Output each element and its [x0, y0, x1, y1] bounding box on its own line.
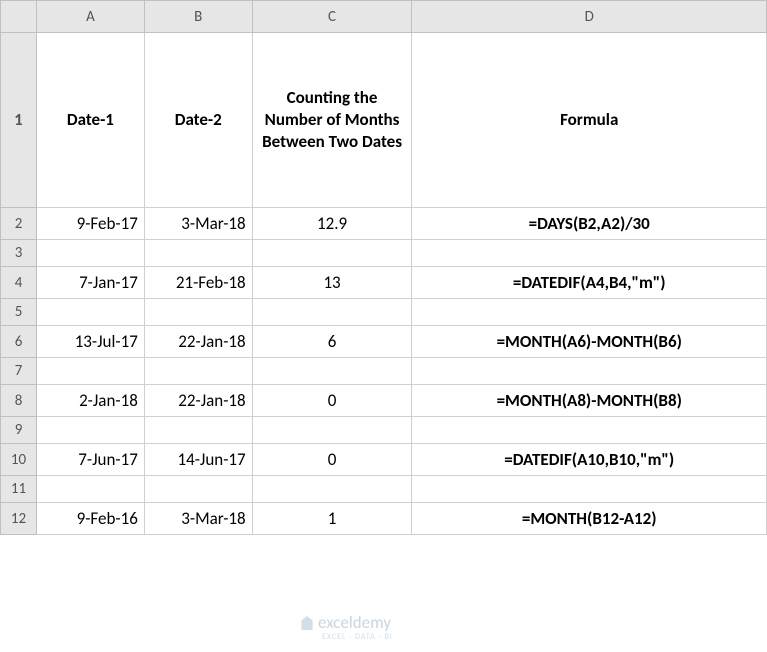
- watermark: exceldemy: [300, 612, 391, 633]
- table-row: 12 9-Feb-16 3-Mar-18 1 =MONTH(B12-A12): [1, 503, 767, 535]
- watermark-subtitle: EXCEL · DATA · BI: [322, 632, 393, 642]
- cell-c12[interactable]: 1: [252, 503, 412, 535]
- col-header-d[interactable]: D: [412, 1, 767, 33]
- col-header-c[interactable]: C: [252, 1, 412, 33]
- cell-b2[interactable]: 3-Mar-18: [144, 208, 252, 240]
- cell-c2[interactable]: 12.9: [252, 208, 412, 240]
- row-header-3[interactable]: 3: [1, 240, 37, 267]
- row-header-6[interactable]: 6: [1, 326, 37, 358]
- cell-a4[interactable]: 7-Jan-17: [36, 267, 144, 299]
- cell-d8[interactable]: =MONTH(A8)-MONTH(B8): [412, 385, 767, 417]
- col-header-a[interactable]: A: [36, 1, 144, 33]
- row-header-5[interactable]: 5: [1, 299, 37, 326]
- spreadsheet-grid: A B C D 1 Date-1 Date-2 Counting the Num…: [0, 0, 767, 535]
- select-all-corner[interactable]: [1, 1, 37, 33]
- cell-b12[interactable]: 3-Mar-18: [144, 503, 252, 535]
- row-header-10[interactable]: 10: [1, 444, 37, 476]
- table-row: 9: [1, 417, 767, 444]
- cell-a3[interactable]: [36, 240, 144, 267]
- table-row: 5: [1, 299, 767, 326]
- watermark-icon: [300, 616, 314, 630]
- cell-c11[interactable]: [252, 476, 412, 503]
- header-formula[interactable]: Formula: [412, 33, 767, 208]
- cell-d4[interactable]: =DATEDIF(A4,B4,"m"): [412, 267, 767, 299]
- cell-d9[interactable]: [412, 417, 767, 444]
- cell-a9[interactable]: [36, 417, 144, 444]
- cell-d2[interactable]: =DAYS(B2,A2)/30: [412, 208, 767, 240]
- cell-b4[interactable]: 21-Feb-18: [144, 267, 252, 299]
- cell-c4[interactable]: 13: [252, 267, 412, 299]
- table-header-row: 1 Date-1 Date-2 Counting the Number of M…: [1, 33, 767, 208]
- row-header-2[interactable]: 2: [1, 208, 37, 240]
- cell-b9[interactable]: [144, 417, 252, 444]
- table-row: 8 2-Jan-18 22-Jan-18 0 =MONTH(A8)-MONTH(…: [1, 385, 767, 417]
- cell-d3[interactable]: [412, 240, 767, 267]
- row-header-12[interactable]: 12: [1, 503, 37, 535]
- cell-d6[interactable]: =MONTH(A6)-MONTH(B6): [412, 326, 767, 358]
- table-row: 11: [1, 476, 767, 503]
- table-row: 2 9-Feb-17 3-Mar-18 12.9 =DAYS(B2,A2)/30: [1, 208, 767, 240]
- cell-d11[interactable]: [412, 476, 767, 503]
- row-header-1[interactable]: 1: [1, 33, 37, 208]
- cell-a11[interactable]: [36, 476, 144, 503]
- row-header-4[interactable]: 4: [1, 267, 37, 299]
- col-header-b[interactable]: B: [144, 1, 252, 33]
- cell-c7[interactable]: [252, 358, 412, 385]
- cell-a12[interactable]: 9-Feb-16: [36, 503, 144, 535]
- cell-a7[interactable]: [36, 358, 144, 385]
- cell-a2[interactable]: 9-Feb-17: [36, 208, 144, 240]
- table-row: 10 7-Jun-17 14-Jun-17 0 =DATEDIF(A10,B10…: [1, 444, 767, 476]
- cell-c5[interactable]: [252, 299, 412, 326]
- cell-c10[interactable]: 0: [252, 444, 412, 476]
- cell-b3[interactable]: [144, 240, 252, 267]
- cell-d10[interactable]: =DATEDIF(A10,B10,"m"): [412, 444, 767, 476]
- cell-b8[interactable]: 22-Jan-18: [144, 385, 252, 417]
- row-header-11[interactable]: 11: [1, 476, 37, 503]
- cell-b5[interactable]: [144, 299, 252, 326]
- cell-b11[interactable]: [144, 476, 252, 503]
- watermark-text: exceldemy: [318, 612, 391, 633]
- cell-b6[interactable]: 22-Jan-18: [144, 326, 252, 358]
- cell-a6[interactable]: 13-Jul-17: [36, 326, 144, 358]
- column-header-row: A B C D: [1, 1, 767, 33]
- cell-c3[interactable]: [252, 240, 412, 267]
- header-date2[interactable]: Date-2: [144, 33, 252, 208]
- cell-d7[interactable]: [412, 358, 767, 385]
- cell-c9[interactable]: [252, 417, 412, 444]
- header-months[interactable]: Counting the Number of Months Between Tw…: [252, 33, 412, 208]
- cell-a5[interactable]: [36, 299, 144, 326]
- cell-b7[interactable]: [144, 358, 252, 385]
- table-row: 4 7-Jan-17 21-Feb-18 13 =DATEDIF(A4,B4,"…: [1, 267, 767, 299]
- table-row: 7: [1, 358, 767, 385]
- row-header-7[interactable]: 7: [1, 358, 37, 385]
- cell-c8[interactable]: 0: [252, 385, 412, 417]
- table-row: 3: [1, 240, 767, 267]
- cell-b10[interactable]: 14-Jun-17: [144, 444, 252, 476]
- row-header-8[interactable]: 8: [1, 385, 37, 417]
- cell-a10[interactable]: 7-Jun-17: [36, 444, 144, 476]
- cell-d12[interactable]: =MONTH(B12-A12): [412, 503, 767, 535]
- header-date1[interactable]: Date-1: [36, 33, 144, 208]
- table-row: 6 13-Jul-17 22-Jan-18 6 =MONTH(A6)-MONTH…: [1, 326, 767, 358]
- cell-a8[interactable]: 2-Jan-18: [36, 385, 144, 417]
- cell-d5[interactable]: [412, 299, 767, 326]
- cell-c6[interactable]: 6: [252, 326, 412, 358]
- row-header-9[interactable]: 9: [1, 417, 37, 444]
